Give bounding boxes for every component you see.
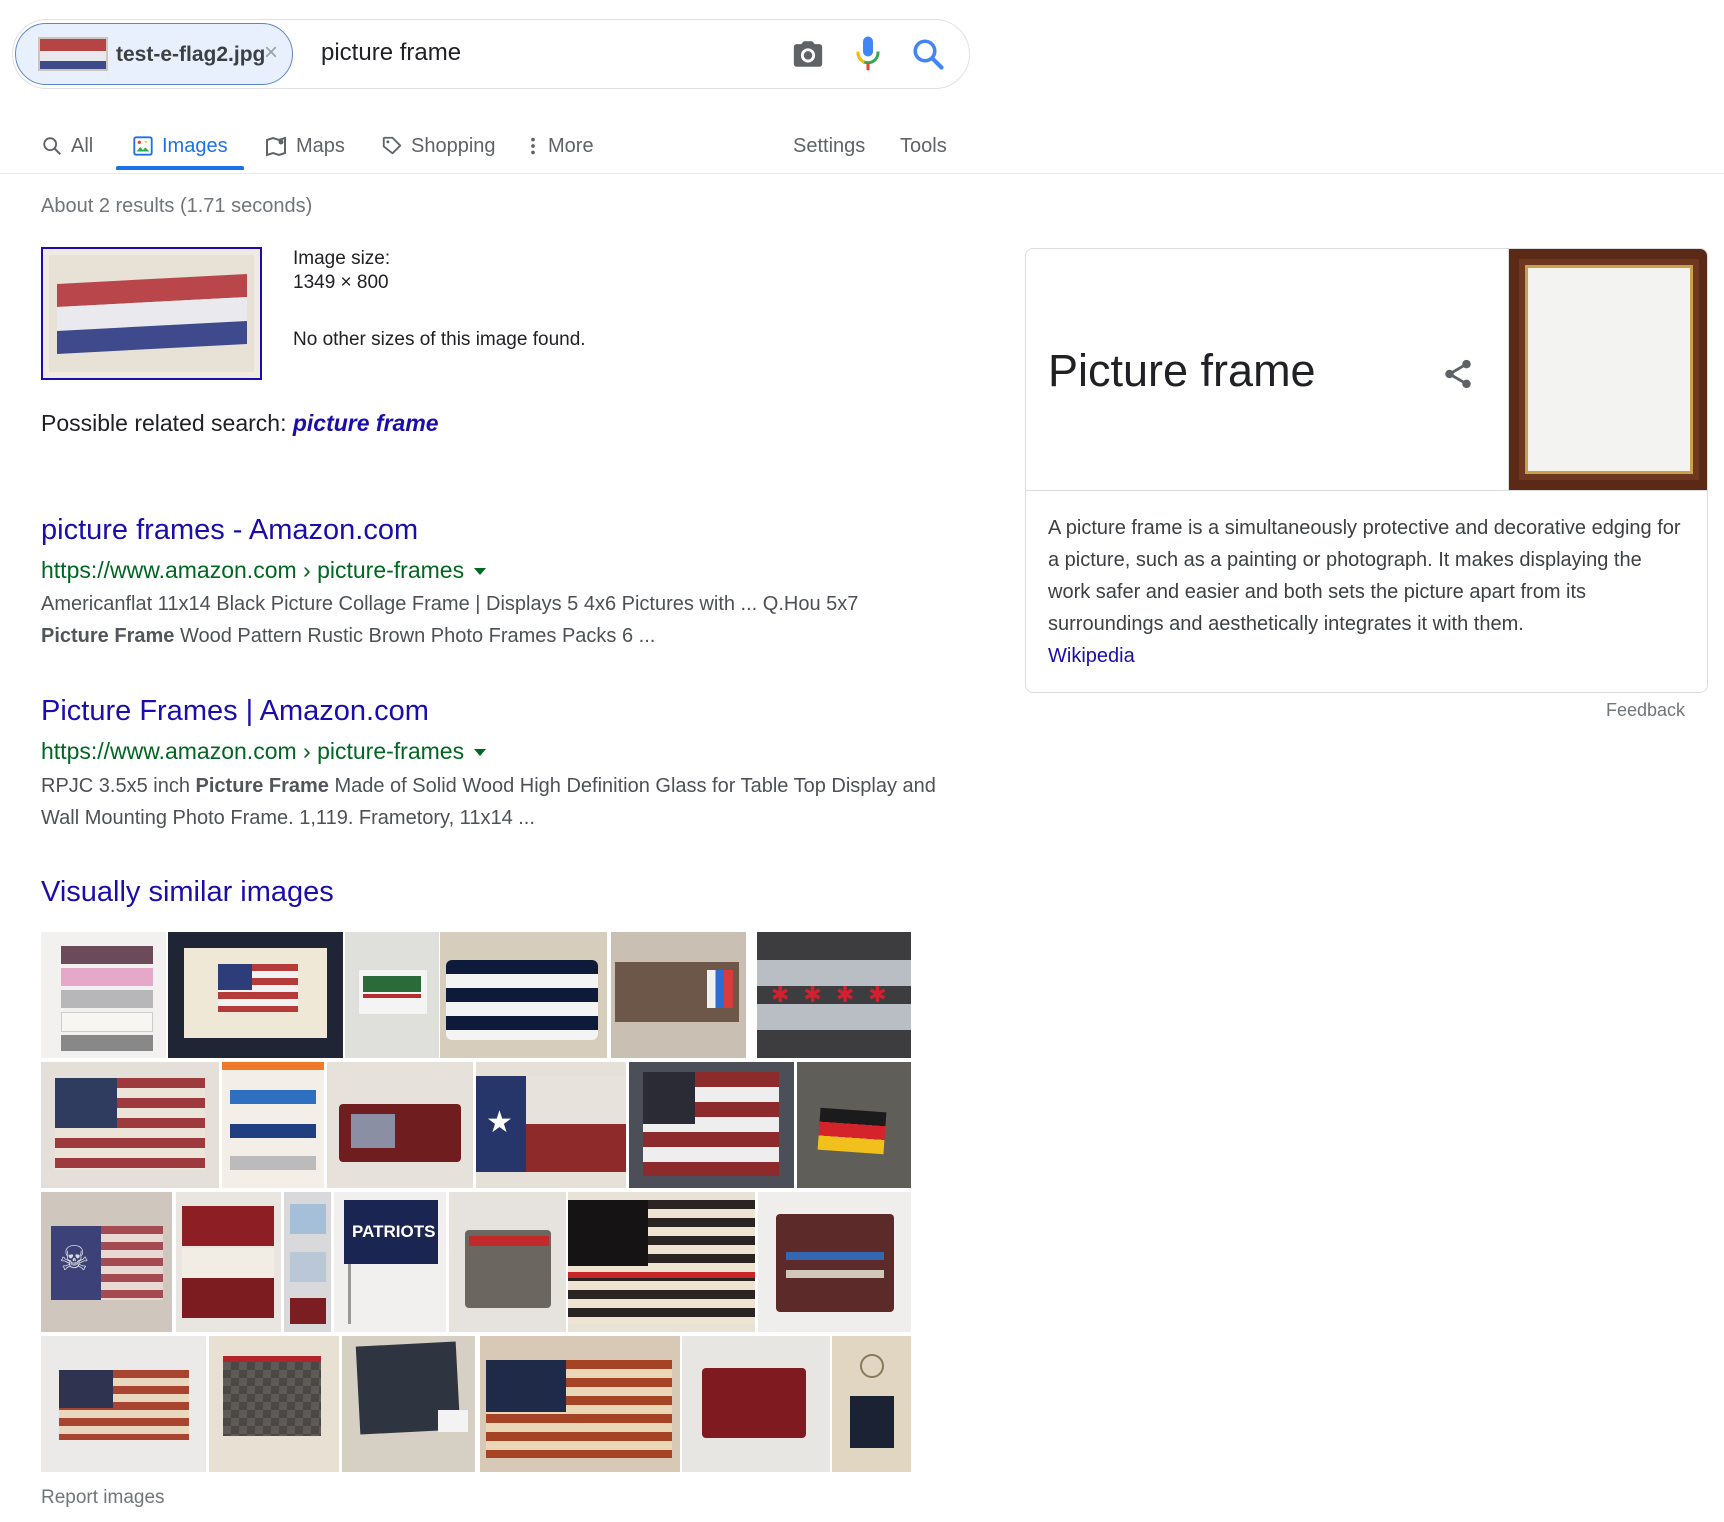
tab-more[interactable]: More	[526, 126, 594, 166]
tab-maps[interactable]: Maps	[264, 126, 345, 166]
tab-label: More	[548, 134, 594, 157]
active-tab-indicator	[116, 166, 244, 170]
similar-image-thumbnail[interactable]	[611, 932, 746, 1058]
snippet-highlight: Picture Frame	[41, 625, 175, 647]
similar-image-thumbnail[interactable]	[832, 1336, 911, 1472]
image-size-value[interactable]: 1349 × 800	[293, 272, 389, 294]
snippet-text: RPJC 3.5x5 inch	[41, 775, 196, 797]
result-stats: About 2 results (1.71 seconds)	[41, 195, 313, 217]
similar-image-thumbnail[interactable]	[342, 1336, 475, 1472]
search-input[interactable]: picture frame	[321, 39, 461, 67]
divider	[1026, 490, 1707, 491]
query-image-thumbnail[interactable]	[41, 247, 262, 380]
map-icon	[266, 136, 286, 157]
search-icon	[43, 137, 61, 155]
knowledge-panel-title: Picture frame	[1048, 345, 1316, 396]
search-tabs: All Images Maps Shopping More Settings T…	[0, 108, 1724, 174]
chip-filename: test-e-flag2.jpg	[116, 43, 266, 66]
similar-image-thumbnail[interactable]	[758, 1192, 911, 1332]
share-icon[interactable]	[1441, 357, 1475, 391]
related-search: Possible related search: picture frame	[41, 410, 439, 437]
more-vert-icon	[531, 137, 535, 155]
similar-image-thumbnail[interactable]	[209, 1336, 339, 1472]
no-other-sizes-text: No other sizes of this image found.	[293, 329, 586, 350]
dropdown-arrow-icon[interactable]	[474, 749, 487, 757]
tab-label: Settings	[793, 134, 866, 157]
tag-icon	[382, 136, 402, 155]
snippet-highlight: Picture Frame	[195, 775, 329, 797]
search-icon[interactable]	[910, 36, 946, 72]
snippet-text: Wood Pattern Rustic Brown Photo Frames P…	[174, 625, 656, 647]
result-url[interactable]: https://www.amazon.com › picture-frames	[41, 557, 487, 584]
search-bar[interactable]: test-e-flag2.jpg × picture frame	[12, 19, 970, 89]
similar-image-thumbnail[interactable]	[284, 1192, 331, 1332]
similar-image-thumbnail[interactable]: PATRIOTS	[334, 1192, 446, 1332]
knowledge-panel: Picture frame A picture frame is a simul…	[1025, 248, 1708, 693]
microphone-icon[interactable]	[853, 35, 883, 73]
chip-thumbnail	[38, 37, 108, 71]
similar-image-thumbnail[interactable]	[449, 1192, 566, 1332]
similar-image-thumbnail[interactable]: ☠	[41, 1192, 172, 1332]
similar-image-thumbnail[interactable]	[480, 1336, 680, 1472]
similar-image-thumbnail[interactable]	[168, 932, 343, 1058]
close-icon[interactable]: ×	[264, 39, 278, 67]
result-url-text[interactable]: https://www.amazon.com › picture-frames	[41, 557, 464, 583]
description-text: A picture frame is a simultaneously prot…	[1048, 517, 1681, 635]
search-image-chip[interactable]: test-e-flag2.jpg ×	[15, 23, 293, 85]
result-snippet: RPJC 3.5x5 inch Picture Frame Made of So…	[41, 770, 941, 834]
related-search-link[interactable]: picture frame	[293, 410, 439, 436]
tab-images[interactable]: Images	[132, 126, 228, 166]
snippet-text: Americanflat 11x14 Black Picture Collage…	[41, 593, 859, 615]
camera-icon[interactable]	[791, 37, 825, 71]
similar-image-thumbnail[interactable]	[41, 1062, 219, 1188]
tools-link[interactable]: Tools	[900, 126, 947, 166]
similar-image-thumbnail[interactable]	[327, 1062, 473, 1188]
similar-image-thumbnail[interactable]	[440, 932, 607, 1058]
similar-image-thumbnail[interactable]	[41, 1336, 206, 1472]
similar-image-thumbnail[interactable]	[41, 932, 166, 1058]
similar-image-thumbnail[interactable]: ★	[476, 1062, 626, 1188]
result-title-link[interactable]: picture frames - Amazon.com	[41, 514, 418, 547]
feedback-link[interactable]: Feedback	[1606, 700, 1685, 721]
result-snippet: Americanflat 11x14 Black Picture Collage…	[41, 588, 941, 652]
related-prefix: Possible related search:	[41, 410, 287, 436]
image-size-label: Image size:	[293, 248, 391, 269]
similar-image-thumbnail[interactable]	[568, 1192, 755, 1332]
image-icon	[133, 136, 153, 156]
similar-image-thumbnail[interactable]	[797, 1062, 911, 1188]
dropdown-arrow-icon[interactable]	[474, 568, 487, 576]
tab-label: Tools	[900, 134, 947, 157]
similar-image-thumbnail[interactable]: ✱✱✱✱	[757, 932, 911, 1058]
visually-similar-heading[interactable]: Visually similar images	[41, 876, 334, 909]
result-url-text[interactable]: https://www.amazon.com › picture-frames	[41, 738, 464, 764]
similar-image-thumbnail[interactable]	[629, 1062, 794, 1188]
wikipedia-link[interactable]: Wikipedia	[1048, 645, 1135, 667]
result-url[interactable]: https://www.amazon.com › picture-frames	[41, 738, 487, 765]
tab-all[interactable]: All	[41, 126, 93, 166]
tab-label: Images	[162, 134, 228, 157]
tab-label: All	[71, 134, 94, 157]
similar-image-thumbnail[interactable]	[345, 932, 439, 1058]
tab-label: Maps	[296, 134, 345, 157]
similar-image-thumbnail[interactable]	[682, 1336, 830, 1472]
report-images-link[interactable]: Report images	[41, 1487, 165, 1509]
knowledge-panel-description: A picture frame is a simultaneously prot…	[1048, 512, 1688, 672]
knowledge-panel-image[interactable]	[1508, 249, 1707, 490]
similar-image-thumbnail[interactable]	[176, 1192, 281, 1332]
similar-image-thumbnail[interactable]	[222, 1062, 324, 1188]
result-title-link[interactable]: Picture Frames | Amazon.com	[41, 695, 429, 728]
settings-link[interactable]: Settings	[793, 126, 865, 166]
tab-shopping[interactable]: Shopping	[381, 126, 496, 166]
tab-label: Shopping	[411, 134, 496, 157]
